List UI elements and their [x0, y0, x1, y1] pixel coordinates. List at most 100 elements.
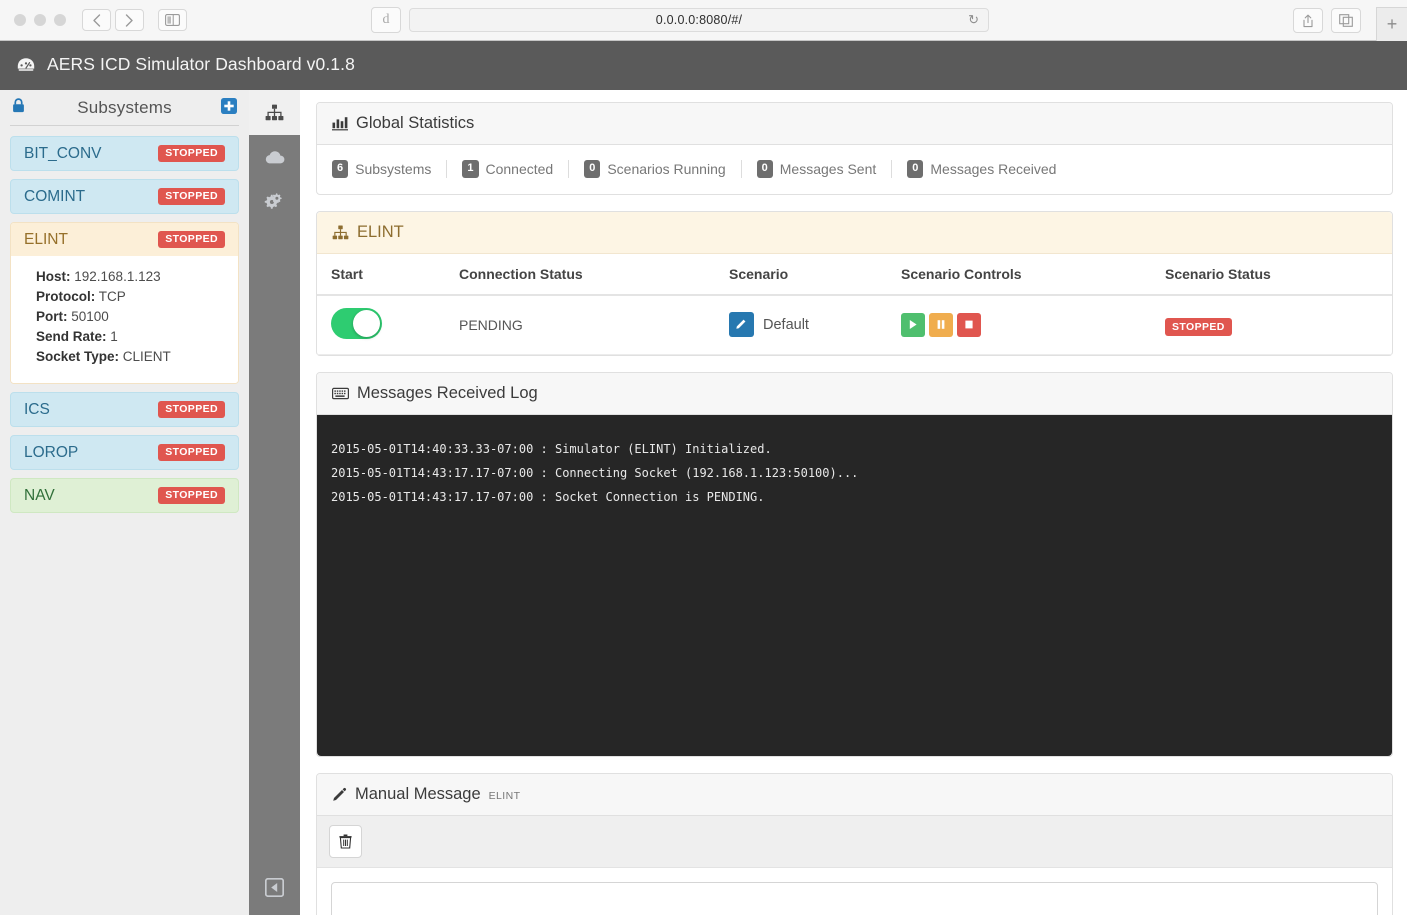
- scenario-table: Start Connection Status Scenario Scenari…: [317, 253, 1392, 355]
- start-toggle[interactable]: [331, 307, 382, 339]
- stat-scenarios-running: 0 Scenarios Running: [568, 160, 740, 178]
- app-title: AERS ICD Simulator Dashboard v0.1.8: [17, 54, 355, 77]
- detail-port: Port: 50100: [36, 307, 225, 327]
- maximize-window-button[interactable]: [54, 14, 66, 26]
- sidebar-item-ics[interactable]: ICS STOPPED: [10, 392, 239, 427]
- rail-item-cloud[interactable]: [249, 135, 300, 180]
- log-line: 2015-05-01T14:40:33.33-07:00 : Simulator…: [331, 441, 772, 456]
- stop-button[interactable]: [957, 312, 981, 337]
- sidebar-item-nav[interactable]: NAV STOPPED: [10, 478, 239, 513]
- app-title-text: AERS ICD Simulator Dashboard v0.1.8: [47, 54, 355, 74]
- subsystem-name: ELINT: [24, 230, 68, 248]
- subsystem-row[interactable]: NAV STOPPED: [11, 479, 238, 512]
- subsystem-row[interactable]: BIT_CONV STOPPED: [11, 137, 238, 170]
- scenario-table-body: PENDING Default STOPPED: [317, 294, 1392, 355]
- detail-send-rate-label: Send Rate:: [36, 329, 107, 344]
- address-bar-area: d 0.0.0.0:8080/#/ ↻: [371, 7, 989, 33]
- back-button[interactable]: [82, 9, 111, 31]
- pencil-icon: [332, 787, 347, 802]
- minimize-window-button[interactable]: [34, 14, 46, 26]
- sidebar-item-elint[interactable]: ELINT STOPPED Host: 192.168.1.123 Protoc…: [10, 222, 239, 384]
- gears-icon: [264, 192, 282, 209]
- status-badge: STOPPED: [158, 487, 225, 504]
- subsystem-name: BIT_CONV: [24, 144, 102, 162]
- profile-letter-icon: d: [382, 12, 390, 27]
- sidebar-item-lorop[interactable]: LOROP STOPPED: [10, 435, 239, 470]
- detail-socket-type-value: CLIENT: [122, 349, 171, 364]
- status-badge: STOPPED: [158, 188, 225, 205]
- global-statistics-body: 6 Subsystems 1 Connected 0 Scenarios Run…: [317, 145, 1392, 194]
- browser-chrome: d 0.0.0.0:8080/#/ ↻ +: [0, 0, 1407, 41]
- subsystem-row[interactable]: COMINT STOPPED: [11, 180, 238, 213]
- log-console[interactable]: 2015-05-01T14:40:33.33-07:00 : Simulator…: [317, 414, 1392, 756]
- stat-label: Messages Received: [930, 160, 1057, 177]
- detail-protocol-value: TCP: [98, 289, 126, 304]
- new-tab-button[interactable]: +: [1376, 7, 1407, 41]
- app-body: Subsystems BIT_CONV STOPPED COMINT STOPP…: [0, 90, 1407, 915]
- scenario-table-head: Start Connection Status Scenario Scenari…: [317, 253, 1392, 296]
- stat-messages-sent: 0 Messages Sent: [740, 160, 892, 178]
- clear-message-button[interactable]: [329, 824, 362, 858]
- cell-connection-status: PENDING: [445, 294, 715, 355]
- tabs-overview-icon: [1339, 14, 1353, 27]
- show-all-tabs-button[interactable]: [1331, 8, 1361, 33]
- pause-button[interactable]: [929, 312, 953, 337]
- stat-value: 0: [756, 160, 773, 178]
- toggle-knob: [353, 309, 380, 337]
- cell-start: [317, 294, 445, 355]
- pencil-square-icon[interactable]: [729, 312, 754, 338]
- stat-value: 0: [584, 160, 601, 178]
- rail-item-subsystems[interactable]: [249, 90, 300, 135]
- play-button[interactable]: [901, 312, 925, 337]
- browser-nav-group: [82, 9, 144, 31]
- table-header-row: Start Connection Status Scenario Scenari…: [317, 253, 1392, 296]
- cell-scenario: Default: [715, 294, 887, 355]
- rail-item-settings[interactable]: [249, 180, 300, 225]
- sitemap-icon: [265, 104, 284, 121]
- log-line: 2015-05-01T14:43:17.17-07:00 : Socket Co…: [331, 489, 765, 504]
- keyboard-icon: [332, 387, 349, 400]
- stat-messages-received: 0 Messages Received: [891, 160, 1071, 178]
- manual-message-toolbar: [317, 815, 1392, 868]
- pause-icon: [937, 320, 945, 330]
- sidebar-item-comint[interactable]: COMINT STOPPED: [10, 179, 239, 214]
- chevron-right-icon: [125, 13, 133, 27]
- forward-button[interactable]: [115, 9, 144, 31]
- url-input[interactable]: 0.0.0.0:8080/#/ ↻: [409, 8, 989, 32]
- lock-icon[interactable]: [12, 98, 32, 117]
- stat-connected: 1 Connected: [446, 160, 568, 178]
- cell-scenario-controls: [887, 294, 1151, 355]
- stat-value: 6: [332, 160, 349, 178]
- subsystem-row[interactable]: ICS STOPPED: [11, 393, 238, 426]
- detail-port-value: 50100: [71, 309, 109, 324]
- stat-label: Messages Sent: [779, 160, 877, 177]
- manual-message-input[interactable]: [331, 881, 1378, 915]
- subsystem-row[interactable]: ELINT STOPPED: [11, 223, 238, 256]
- plus-square-icon[interactable]: [221, 97, 237, 118]
- show-sidebar-button[interactable]: [158, 9, 187, 31]
- subsystem-panel-title: ELINT: [357, 222, 404, 241]
- caret-square-left-icon: [265, 878, 284, 897]
- reload-icon[interactable]: ↻: [968, 12, 979, 28]
- subsystem-panel: ELINT Start Connection Status Scenario S…: [316, 210, 1393, 356]
- trash-icon: [339, 834, 352, 849]
- sidebar-item-bit_conv[interactable]: BIT_CONV STOPPED: [10, 136, 239, 171]
- profile-button[interactable]: d: [371, 7, 401, 33]
- detail-send-rate: Send Rate: 1: [36, 327, 225, 347]
- global-statistics-panel: Global Statistics 6 Subsystems 1 Connect…: [316, 102, 1393, 195]
- column-header-scenario-status: Scenario Status: [1151, 253, 1392, 296]
- manual-message-title: Manual Message: [355, 784, 481, 803]
- global-statistics-header: Global Statistics: [317, 103, 1392, 145]
- status-badge: STOPPED: [158, 145, 225, 162]
- subsystems-sidebar: Subsystems BIT_CONV STOPPED COMINT STOPP…: [0, 90, 249, 915]
- share-button[interactable]: [1293, 8, 1323, 33]
- app-navbar: AERS ICD Simulator Dashboard v0.1.8: [0, 41, 1407, 90]
- collapse-sidebar-button[interactable]: [249, 878, 300, 897]
- subsystem-row[interactable]: LOROP STOPPED: [11, 436, 238, 469]
- subsystem-detail: Host: 192.168.1.123 Protocol: TCP Port: …: [11, 256, 238, 383]
- subsystem-list: BIT_CONV STOPPED COMINT STOPPED ELINT ST…: [10, 136, 239, 513]
- sidebar-title: Subsystems: [77, 97, 172, 117]
- dashboard-icon: [17, 56, 35, 77]
- close-window-button[interactable]: [14, 14, 26, 26]
- scenario-selector[interactable]: Default: [729, 312, 873, 338]
